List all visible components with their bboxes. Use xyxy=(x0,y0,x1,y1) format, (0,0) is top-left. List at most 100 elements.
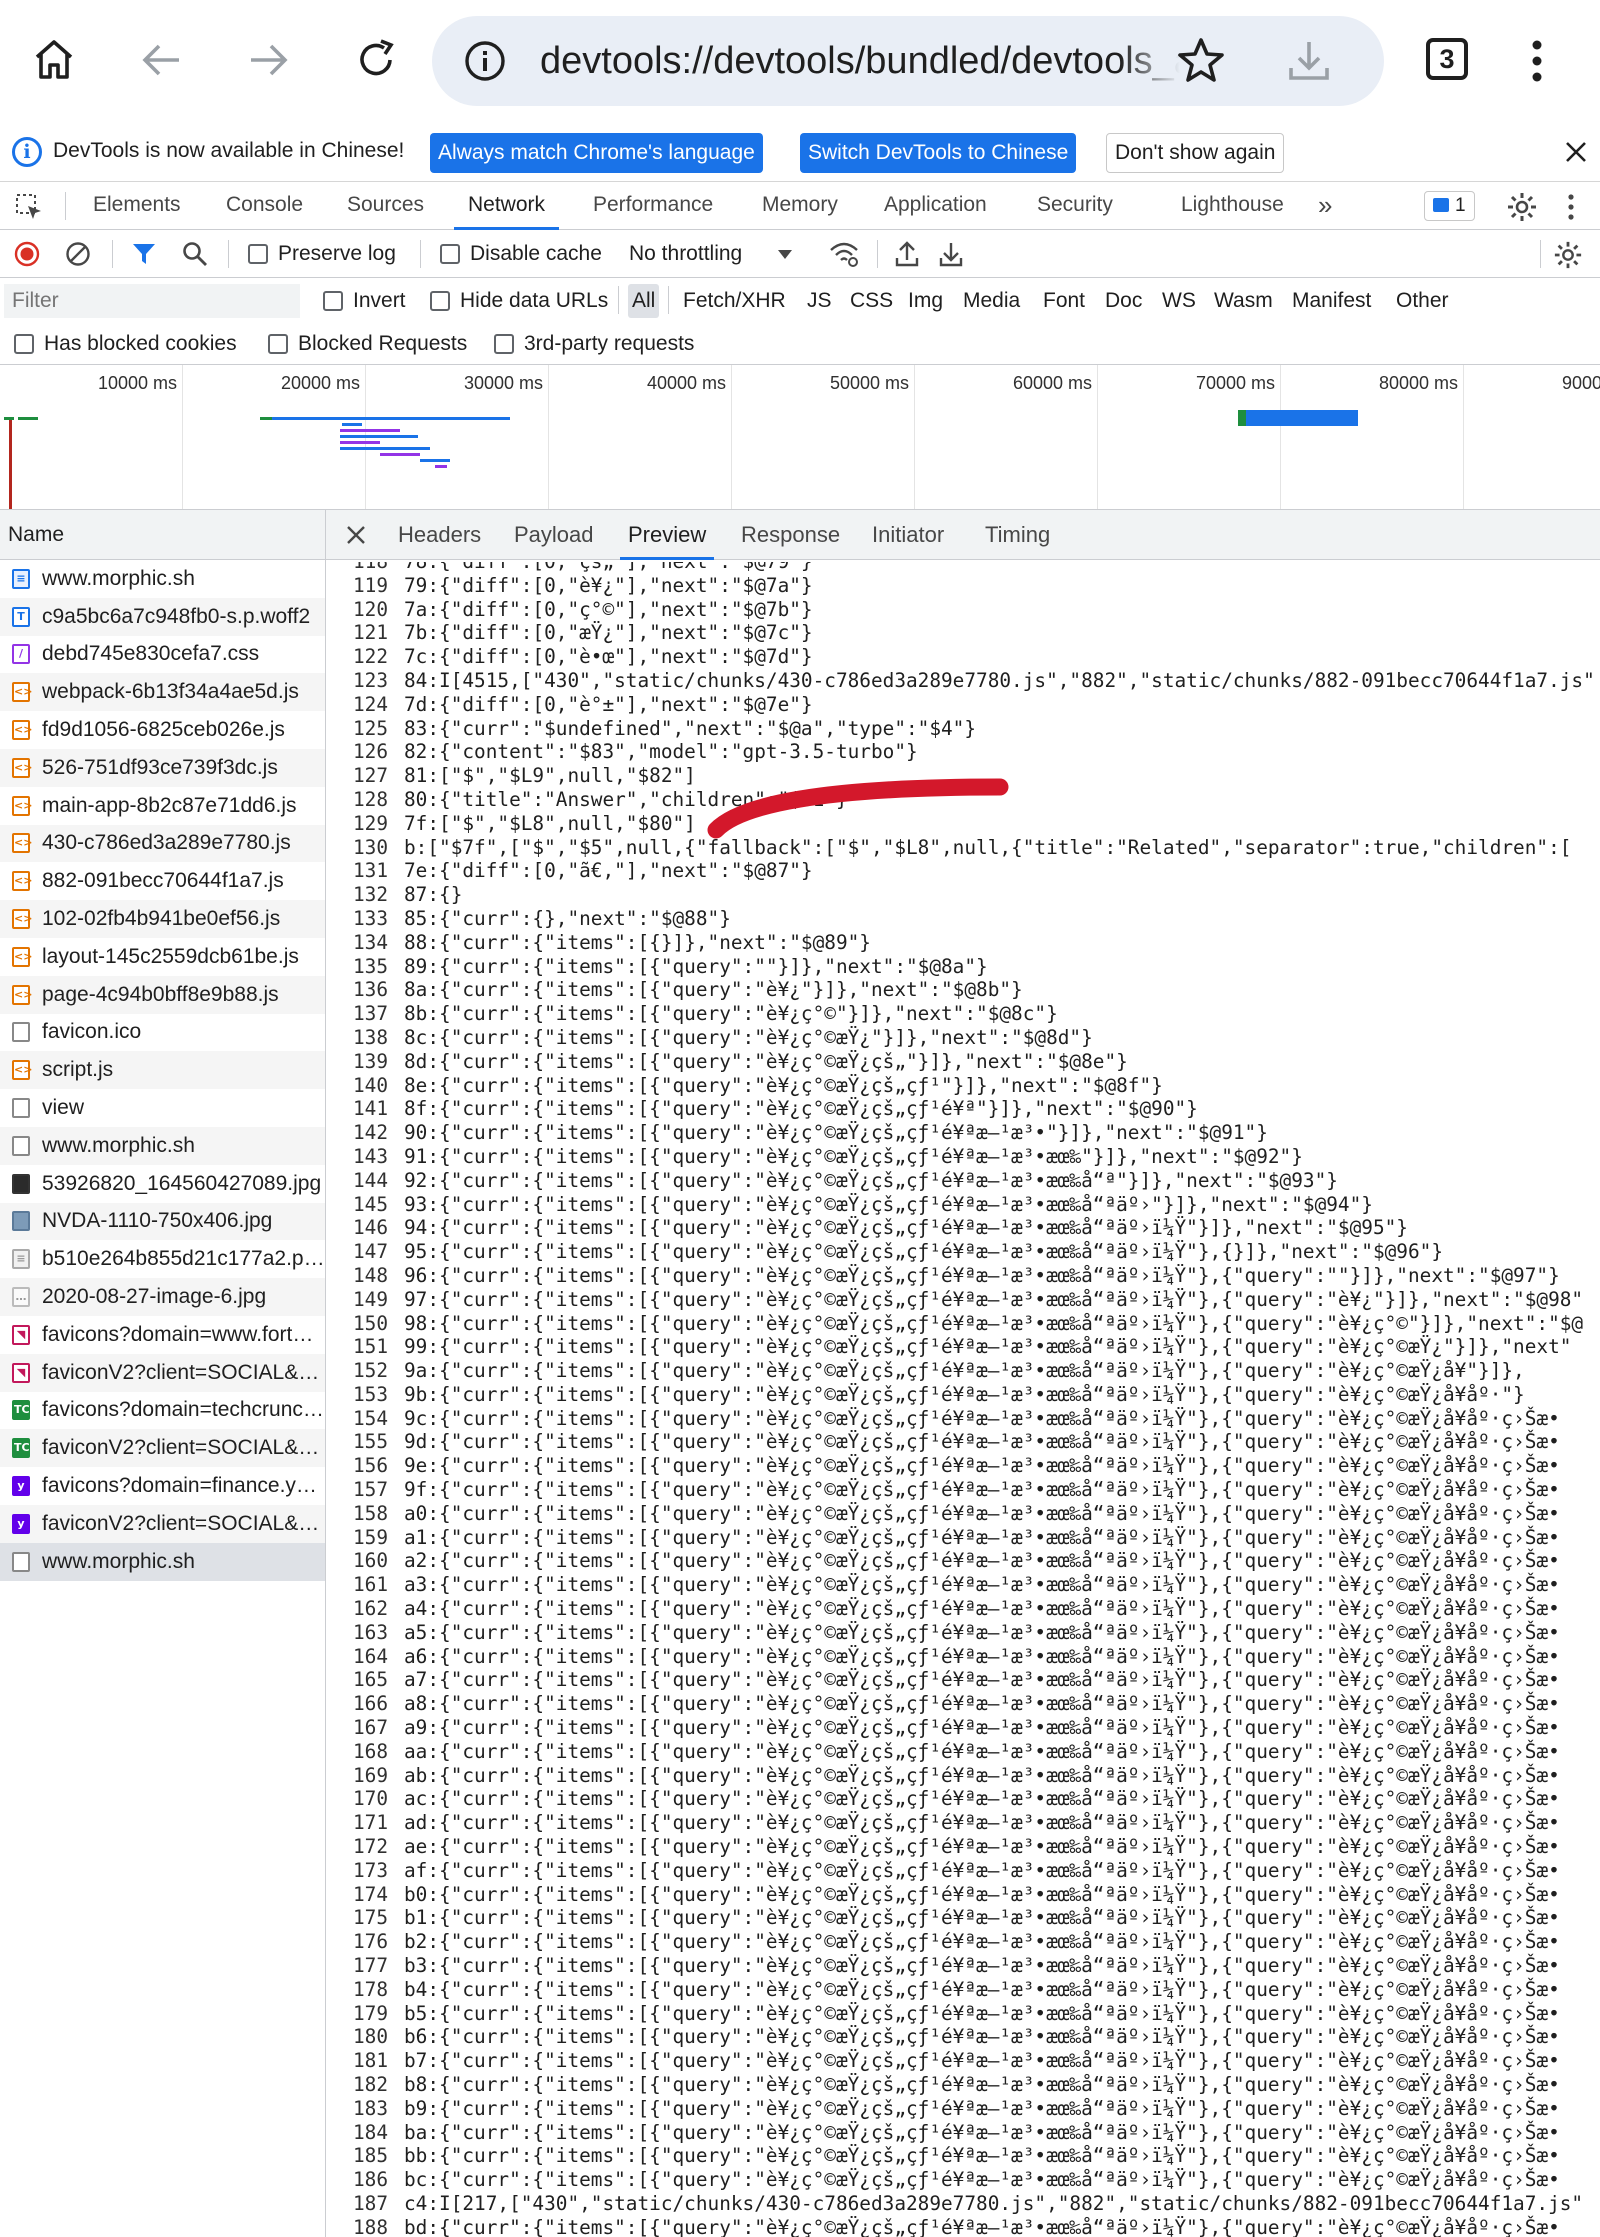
close-icon[interactable] xyxy=(344,523,368,547)
request-row[interactable]: TC faviconV2?client=SOCIAL&type xyxy=(0,1429,325,1468)
issues-badge[interactable]: 1 xyxy=(1424,191,1475,221)
checkbox-box[interactable] xyxy=(440,244,460,264)
request-row[interactable]: y faviconV2?client=SOCIAL&type xyxy=(0,1504,325,1543)
devtools-menu-icon[interactable] xyxy=(1563,192,1579,222)
network-settings-gear-icon[interactable] xyxy=(1553,240,1583,270)
preserve-log-checkbox[interactable]: Preserve log xyxy=(248,230,396,278)
blocked-requests-checkbox[interactable]: Blocked Requests xyxy=(268,320,467,368)
filter-type-other[interactable]: Other xyxy=(1392,284,1453,318)
download-icon[interactable] xyxy=(1282,34,1336,88)
filter-type-js[interactable]: JS xyxy=(803,284,836,318)
url-text[interactable]: devtools://devtools/bundled/devtools_app… xyxy=(540,34,1180,88)
request-row[interactable]: TC favicons?domain=techcrunch.com xyxy=(0,1392,325,1430)
disable-cache-checkbox[interactable]: Disable cache xyxy=(440,230,602,278)
invert-checkbox[interactable]: Invert xyxy=(323,277,406,325)
bookmark-star-icon[interactable] xyxy=(1174,34,1228,88)
tab-application[interactable]: Application xyxy=(884,182,987,230)
tab-network[interactable]: Network xyxy=(453,182,560,230)
always-match-language-button[interactable]: Always match Chrome's language xyxy=(430,133,763,173)
hide-data-urls-checkbox[interactable]: Hide data URLs xyxy=(430,277,608,325)
response-preview[interactable]: 11878:{"diff":[0,"çš„"],"next":"$@79"}11… xyxy=(326,562,1600,2237)
search-icon[interactable] xyxy=(182,241,208,267)
tab-preview[interactable]: Preview xyxy=(619,510,715,560)
close-icon[interactable] xyxy=(1561,137,1591,167)
record-stop-icon[interactable] xyxy=(14,241,40,267)
filter-type-all[interactable]: All xyxy=(628,284,660,318)
request-row[interactable]: ≡ b510e264b855d21c177a2.png xyxy=(0,1240,325,1278)
dont-show-again-button[interactable]: Don't show again xyxy=(1106,133,1285,173)
filter-type-manifest[interactable]: Manifest xyxy=(1288,284,1375,318)
tab-headers[interactable]: Headers xyxy=(398,510,481,560)
tab-payload[interactable]: Payload xyxy=(514,510,594,560)
tab-performance[interactable]: Performance xyxy=(593,182,713,230)
request-row[interactable]: … 2020-08-27-image-6.jpg xyxy=(0,1278,325,1316)
request-row[interactable]: <> webpack-6b13f34a4ae5d.js xyxy=(0,673,325,712)
tab-switcher-button[interactable]: 3 xyxy=(1426,38,1468,80)
filter-type-fetch-xhr[interactable]: Fetch/XHR xyxy=(679,284,790,318)
checkbox-box[interactable] xyxy=(494,334,514,354)
request-row[interactable]: <> 882-091becc70644f1a7.js xyxy=(0,862,325,900)
tab-security[interactable]: Security xyxy=(1037,182,1113,230)
filter-icon[interactable] xyxy=(131,241,157,267)
request-row[interactable]: ◥ favicons?domain=www.fortune.com xyxy=(0,1316,325,1354)
tab-elements[interactable]: Elements xyxy=(93,182,181,230)
request-row[interactable]: <> script.js xyxy=(0,1051,325,1090)
request-row[interactable]: <> 526-751df93ce739f3dc.js xyxy=(0,748,325,787)
request-row[interactable]: <> fd9d1056-6825ceb026e.js xyxy=(0,711,325,749)
request-row[interactable]: www.morphic.sh xyxy=(0,1542,325,1581)
request-row[interactable]: y favicons?domain=finance.yahoo xyxy=(0,1467,325,1505)
more-tabs-icon[interactable]: » xyxy=(1318,182,1332,230)
request-row[interactable]: view xyxy=(0,1089,325,1127)
request-row[interactable]: <> page-4c94b0bff8e9b88.js xyxy=(0,975,325,1014)
filter-type-media[interactable]: Media xyxy=(959,284,1024,318)
tab-timing[interactable]: Timing xyxy=(985,510,1050,560)
filter-type-ws[interactable]: WS xyxy=(1158,284,1200,318)
home-button[interactable] xyxy=(12,18,96,102)
checkbox-box[interactable] xyxy=(430,291,450,311)
switch-to-chinese-button[interactable]: Switch DevTools to Chinese xyxy=(800,133,1077,173)
filter-input[interactable] xyxy=(4,284,300,318)
tab-initiator[interactable]: Initiator xyxy=(872,510,944,560)
settings-gear-icon[interactable] xyxy=(1506,191,1538,223)
throttling-select[interactable]: No throttling xyxy=(629,230,793,278)
inspect-element-icon[interactable] xyxy=(14,192,44,222)
tab-lighthouse[interactable]: Lighthouse xyxy=(1181,182,1284,230)
tab-memory[interactable]: Memory xyxy=(762,182,838,230)
back-button[interactable] xyxy=(120,18,204,102)
request-row[interactable]: favicon.ico xyxy=(0,1014,325,1052)
request-row[interactable]: ◥ faviconV2?client=SOCIAL&type xyxy=(0,1353,325,1392)
address-bar[interactable]: devtools://devtools/bundled/devtools_app… xyxy=(432,16,1384,106)
tab-response[interactable]: Response xyxy=(741,510,840,560)
request-row[interactable]: <> 430-c786ed3a289e7780.js xyxy=(0,824,325,863)
browser-menu-icon[interactable] xyxy=(1522,36,1552,86)
request-row[interactable]: <> layout-145c2559dcb61be.js xyxy=(0,938,325,976)
request-row[interactable]: Tc9a5bc6a7c948fb0-s.p.woff2 xyxy=(0,597,325,636)
filter-type-css[interactable]: CSS xyxy=(846,284,897,318)
request-row[interactable]: ≡ www.morphic.sh xyxy=(0,560,325,598)
tab-sources[interactable]: Sources xyxy=(347,182,424,230)
request-row[interactable]: <> main-app-8b2c87e71dd6.js xyxy=(0,787,325,825)
request-row[interactable]: NVDA-1110-750x406.jpg xyxy=(0,1202,325,1241)
request-row[interactable]: / debd745e830cefa7.css xyxy=(0,636,325,674)
forward-button[interactable] xyxy=(226,18,310,102)
filter-type-font[interactable]: Font xyxy=(1039,284,1089,318)
third-party-requests-checkbox[interactable]: 3rd-party requests xyxy=(494,320,694,368)
export-har-icon[interactable] xyxy=(938,240,964,268)
request-row[interactable]: 53926820_164560427089.jpg xyxy=(0,1165,325,1203)
import-har-icon[interactable] xyxy=(894,240,920,268)
network-overview-timeline[interactable]: 10000 ms 20000 ms 30000 ms 40000 ms 5000… xyxy=(0,365,1600,510)
checkbox-box[interactable] xyxy=(323,291,343,311)
tab-console[interactable]: Console xyxy=(226,182,303,230)
has-blocked-cookies-checkbox[interactable]: Has blocked cookies xyxy=(14,320,237,368)
checkbox-box[interactable] xyxy=(14,334,34,354)
network-conditions-icon[interactable] xyxy=(828,240,860,268)
request-row[interactable]: <> 102-02fb4b941be0ef56.js xyxy=(0,900,325,938)
filter-type-wasm[interactable]: Wasm xyxy=(1210,284,1277,318)
checkbox-box[interactable] xyxy=(248,244,268,264)
filter-type-doc[interactable]: Doc xyxy=(1101,284,1146,318)
request-row[interactable]: www.morphic.sh xyxy=(0,1126,325,1165)
checkbox-box[interactable] xyxy=(268,334,288,354)
clear-icon[interactable] xyxy=(65,241,91,267)
site-info-icon[interactable] xyxy=(464,40,506,82)
name-column-header[interactable]: Name xyxy=(0,510,325,560)
